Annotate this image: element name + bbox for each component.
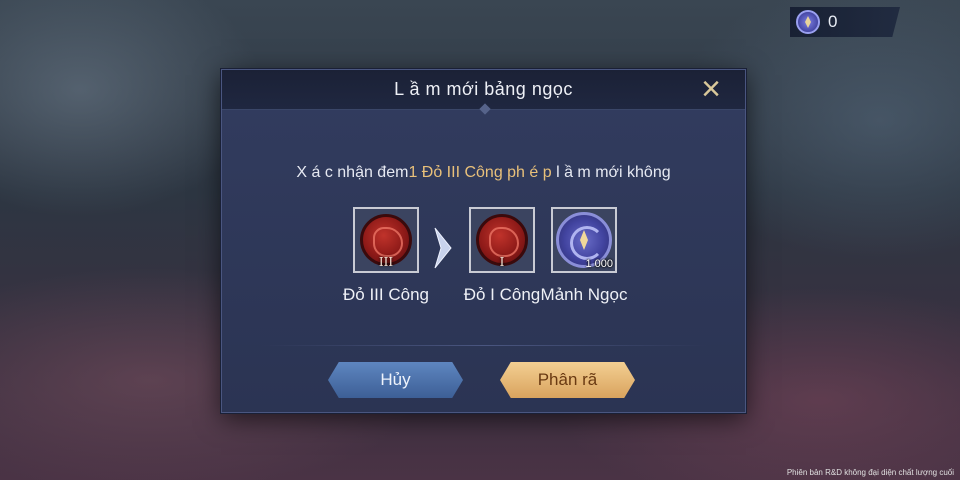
disenchant-button[interactable]: Phân rã bbox=[500, 362, 635, 398]
dialog-title: L ầ m mới bảng ngọc bbox=[394, 79, 573, 99]
disenchant-dialog: L ầ m mới bảng ngọc × X á c nhận đem1 Đỏ… bbox=[221, 69, 746, 413]
dialog-header: L ầ m mới bảng ngọc × bbox=[222, 70, 745, 110]
divider bbox=[262, 345, 707, 346]
footer-note: Phiên bản R&D không đại diện chất lượng … bbox=[786, 468, 954, 477]
confirm-message-prefix: X á c nhận đem bbox=[296, 164, 409, 181]
item-frame: I bbox=[469, 207, 535, 273]
shard-item: 1 000 Mảnh Ngọc bbox=[541, 207, 627, 304]
item-label: Mảnh Ngọc bbox=[540, 285, 628, 304]
currency-value: 0 bbox=[828, 12, 838, 31]
tier-label: III bbox=[378, 255, 394, 269]
currency-counter: 0 bbox=[790, 7, 900, 37]
confirm-message: X á c nhận đem1 Đỏ III Công ph é p l ầ m… bbox=[222, 164, 745, 182]
confirm-message-item: 1 Đỏ III Công ph é p bbox=[408, 164, 552, 181]
tier-label: I bbox=[499, 255, 505, 269]
close-icon[interactable]: × bbox=[697, 72, 725, 106]
item-label: Đỏ III Công bbox=[343, 285, 429, 304]
result-rune-item: I Đỏ I Công bbox=[464, 207, 540, 304]
item-frame: 1 000 bbox=[551, 207, 617, 273]
source-rune-item: III Đỏ III Công bbox=[343, 207, 429, 304]
gem-icon bbox=[796, 10, 820, 34]
item-frame: III bbox=[353, 207, 419, 273]
confirm-message-suffix: l ầ m mới không bbox=[551, 164, 671, 181]
shard-count: 1 000 bbox=[585, 258, 613, 270]
cancel-button[interactable]: Hủy bbox=[328, 362, 463, 398]
arrow-right-icon bbox=[434, 227, 452, 269]
